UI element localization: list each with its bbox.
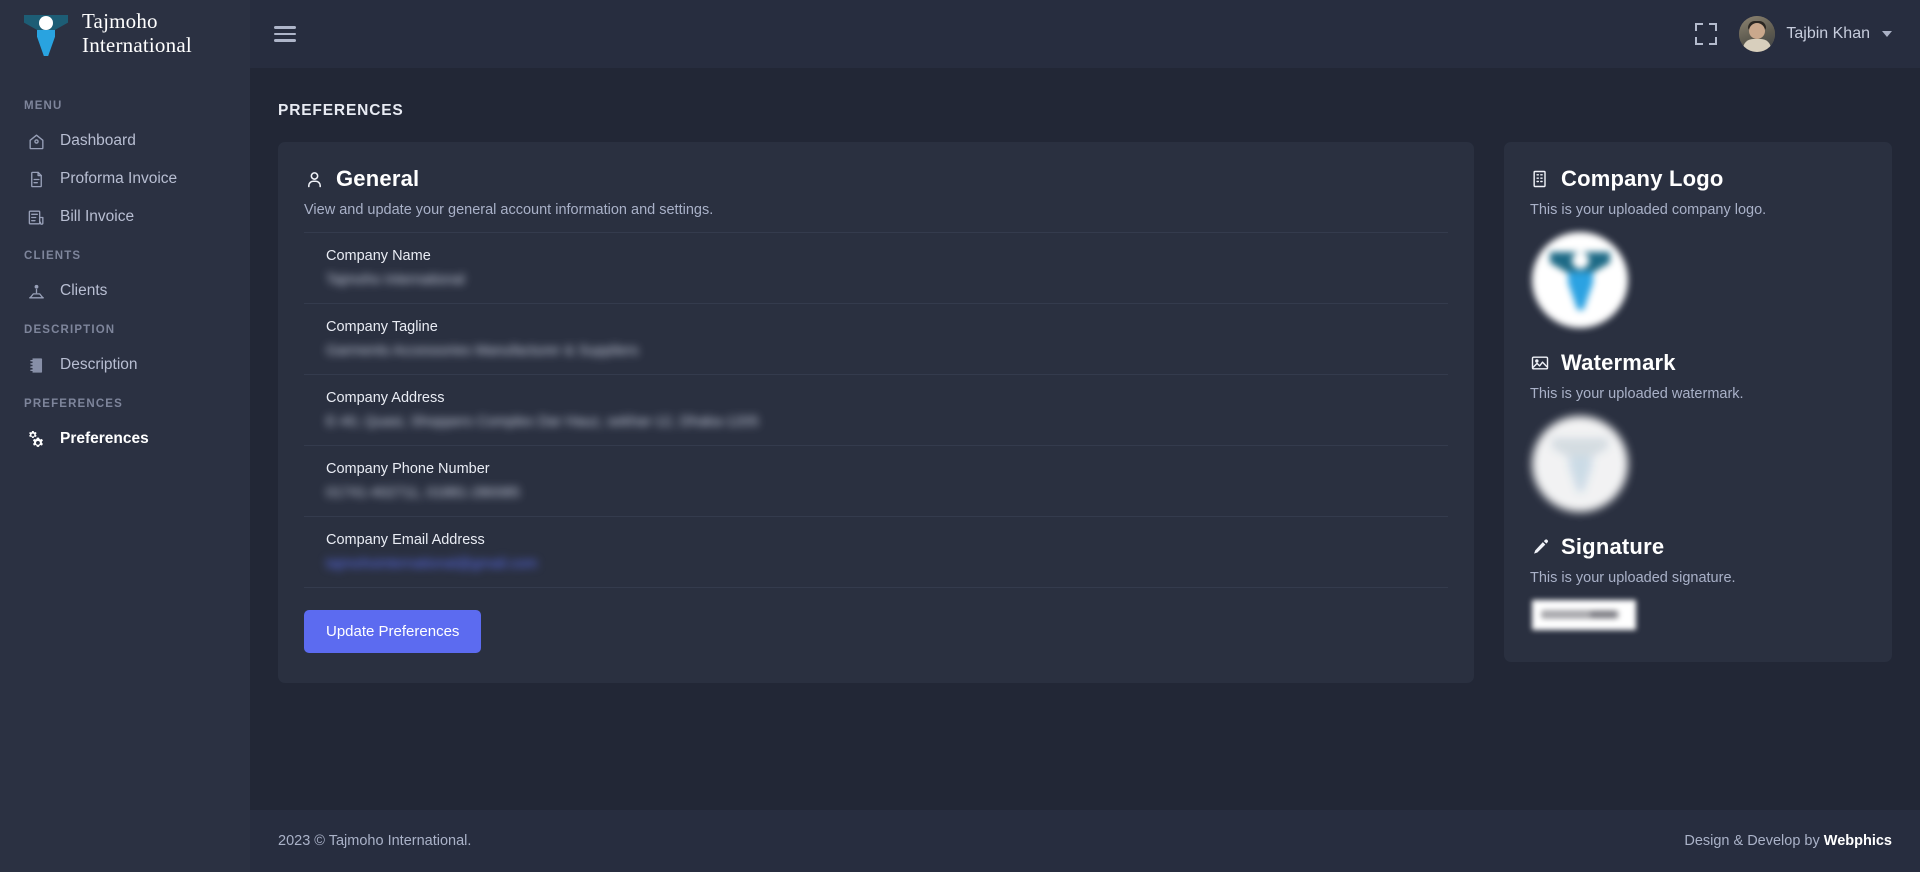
footer: 2023 © Tajmoho International. Design & D… <box>250 810 1920 872</box>
avatar <box>1739 16 1776 52</box>
topbar: Tajbin Khan <box>250 0 1920 68</box>
footer-credit-prefix: Design & Develop by <box>1684 833 1824 849</box>
tajmoho-figure-logo-icon <box>24 11 68 57</box>
hamburger-icon[interactable] <box>272 21 298 47</box>
signature-image <box>1532 600 1636 630</box>
assets-card: Company Logo This is your uploaded compa… <box>1504 142 1892 662</box>
sidebar-item-label: Description <box>60 356 138 374</box>
pencil-icon <box>1530 537 1550 557</box>
field-label: Company Address <box>326 390 445 406</box>
fullscreen-icon[interactable] <box>1695 23 1718 45</box>
signature-title: Signature <box>1561 534 1665 559</box>
field-row-company-phone: Company Phone Number 01741-402711, 01881… <box>304 446 1448 517</box>
content-area: PREFERENCES General View and update your… <box>250 68 1920 810</box>
brand[interactable]: Tajmoho International <box>0 0 250 68</box>
sidebar-section-menu: MENU <box>24 100 63 112</box>
general-card: General View and update your general acc… <box>278 142 1474 683</box>
field-value: Tajmoho International <box>326 272 465 288</box>
notebook-icon <box>26 355 46 375</box>
content-grid: General View and update your general acc… <box>278 142 1892 683</box>
field-label: Company Email Address <box>326 532 485 548</box>
main-column: Tajbin Khan PREFERENCES General View and… <box>250 0 1920 872</box>
field-label: Company Tagline <box>326 319 438 335</box>
sidebar-item-clients[interactable]: Clients <box>0 272 250 310</box>
field-value: E-40, Quasi, Shoppers Complex Dar Hauz, … <box>326 414 759 430</box>
sidebar-section-preferences: PREFERENCES <box>24 398 123 410</box>
general-title: General <box>336 166 420 191</box>
user-menu[interactable]: Tajbin Khan <box>1739 16 1892 52</box>
general-card-header: General <box>304 166 1448 192</box>
sidebar-item-label: Dashboard <box>60 132 136 150</box>
document-icon <box>26 169 46 189</box>
general-rows: Company Name Tajmoho International Compa… <box>304 232 1448 588</box>
footer-credit-brand[interactable]: Webphics <box>1824 833 1892 849</box>
image-icon <box>1530 353 1550 373</box>
field-value: Garments Accessories Manufacturer & Supp… <box>326 343 639 359</box>
field-row-company-tagline: Company Tagline Garments Accessories Man… <box>304 304 1448 375</box>
sidebar-item-dashboard[interactable]: Dashboard <box>0 122 250 160</box>
field-row-company-email: Company Email Address tajmohointernation… <box>304 517 1448 588</box>
app-root: Tajmoho International MENU Dashboard Pro… <box>0 0 1920 872</box>
signature-header: Signature <box>1530 534 1866 560</box>
sidebar-section-description: DESCRIPTION <box>24 324 116 336</box>
page-title: PREFERENCES <box>278 102 404 119</box>
company-logo-title: Company Logo <box>1561 166 1724 191</box>
brand-line-1: Tajmoho <box>82 9 158 34</box>
person-icon <box>304 169 325 190</box>
watermark-title: Watermark <box>1561 350 1676 375</box>
sidebar-nav: MENU Dashboard Proforma Invoice Bill Inv… <box>0 68 250 458</box>
sidebar-item-label: Preferences <box>60 430 149 448</box>
building-icon <box>1530 169 1550 189</box>
signature-subtitle: This is your uploaded signature. <box>1530 570 1736 586</box>
users-icon <box>26 281 46 301</box>
field-label: Company Phone Number <box>326 461 490 477</box>
watermark-block: Watermark This is your uploaded watermar… <box>1530 350 1866 512</box>
company-logo-block: Company Logo This is your uploaded compa… <box>1530 166 1866 328</box>
brand-line-2: International <box>82 33 192 57</box>
sidebar: Tajmoho International MENU Dashboard Pro… <box>0 0 250 872</box>
sidebar-item-proforma-invoice[interactable]: Proforma Invoice <box>0 160 250 198</box>
company-logo-image <box>1532 232 1628 328</box>
sidebar-section-clients: CLIENTS <box>24 250 82 262</box>
field-value: 01741-402711, 01881-280085 <box>326 485 521 501</box>
general-subtitle: View and update your general account inf… <box>304 202 714 218</box>
sidebar-item-description[interactable]: Description <box>0 346 250 384</box>
chevron-down-icon <box>1882 31 1892 37</box>
invoice-list-icon <box>26 207 46 227</box>
home-icon <box>26 131 46 151</box>
sidebar-item-label: Clients <box>60 282 108 300</box>
footer-copyright: 2023 © Tajmoho International. <box>278 833 472 849</box>
sidebar-item-label: Bill Invoice <box>60 208 135 226</box>
signature-block: Signature This is your uploaded signatur… <box>1530 534 1866 630</box>
field-value-email-link[interactable]: tajmohointernational@gmail.com <box>326 556 537 572</box>
watermark-header: Watermark <box>1530 350 1866 376</box>
footer-credit: Design & Develop by Webphics <box>1684 833 1892 849</box>
field-row-company-address: Company Address E-40, Quasi, Shoppers Co… <box>304 375 1448 446</box>
company-logo-subtitle: This is your uploaded company logo. <box>1530 202 1767 218</box>
update-preferences-button[interactable]: Update Preferences <box>304 610 482 653</box>
sidebar-item-bill-invoice[interactable]: Bill Invoice <box>0 198 250 236</box>
field-label: Company Name <box>326 248 431 264</box>
field-row-company-name: Company Name Tajmoho International <box>304 233 1448 304</box>
watermark-image <box>1532 416 1628 512</box>
sidebar-item-preferences[interactable]: Preferences <box>0 420 250 458</box>
user-name: Tajbin Khan <box>1786 25 1870 42</box>
watermark-subtitle: This is your uploaded watermark. <box>1530 386 1744 402</box>
topbar-actions: Tajbin Khan <box>1695 16 1892 52</box>
gears-icon <box>26 429 46 449</box>
brand-text: Tajmoho International <box>82 10 192 57</box>
sidebar-item-label: Proforma Invoice <box>60 170 178 188</box>
company-logo-header: Company Logo <box>1530 166 1866 192</box>
